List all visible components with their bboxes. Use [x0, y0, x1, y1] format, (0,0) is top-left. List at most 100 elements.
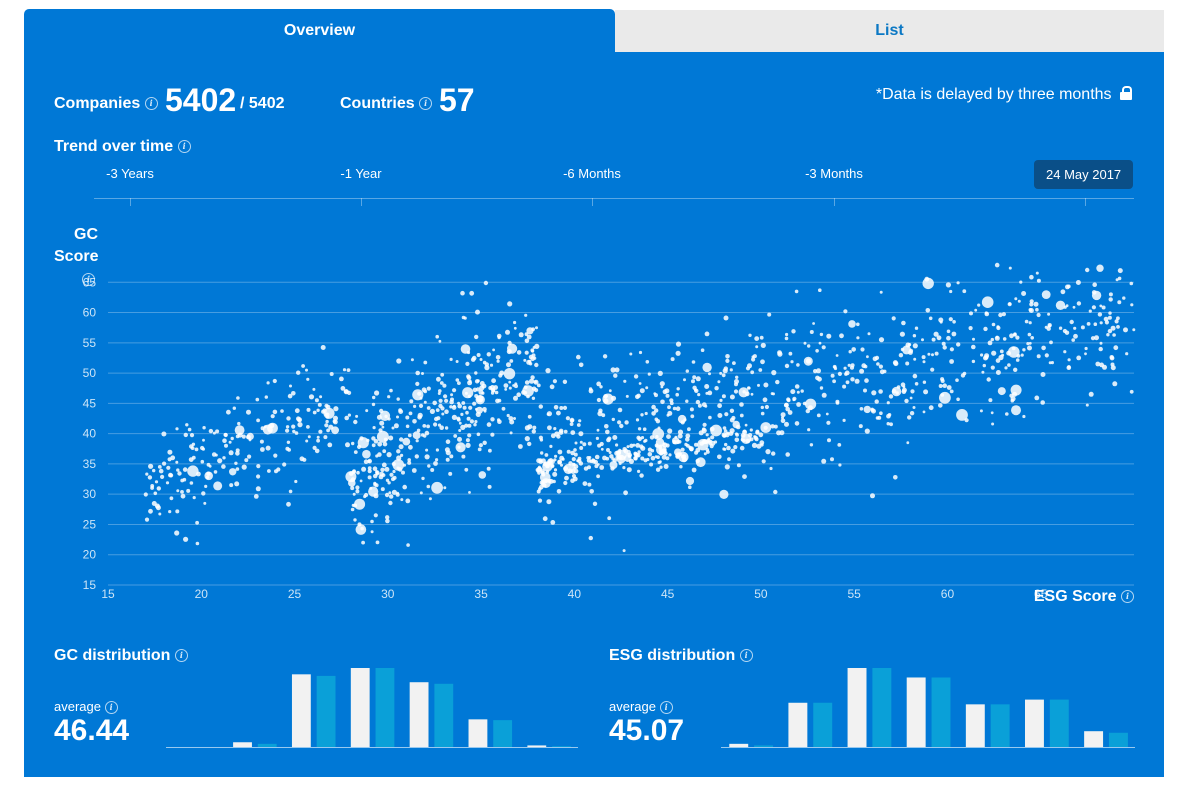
- scatter-point: [563, 429, 568, 434]
- distribution-bar-current[interactable]: [468, 719, 488, 747]
- scatter-point: [436, 376, 441, 382]
- scatter-point: [476, 379, 480, 383]
- distribution-bar-previous[interactable]: [493, 720, 513, 747]
- scatter-point: [1088, 309, 1092, 313]
- scatter-point: [203, 501, 207, 505]
- scatter-point: [734, 379, 739, 384]
- scatter-point: [657, 370, 663, 376]
- distribution-bar-previous[interactable]: [754, 745, 774, 747]
- scatter-point: [253, 494, 259, 499]
- scatter-point: [889, 422, 893, 427]
- scatter-point: [509, 359, 514, 363]
- scatter-point: [819, 332, 824, 337]
- distribution-bar-previous[interactable]: [257, 743, 277, 747]
- scatter-point: [1103, 316, 1109, 322]
- distribution-bar-previous[interactable]: [434, 683, 454, 747]
- scatter-point: [538, 459, 543, 464]
- scatter-point: [636, 435, 641, 440]
- scatter-point: [509, 431, 513, 435]
- distribution-bar-previous[interactable]: [375, 668, 395, 747]
- scatter-point: [904, 398, 909, 404]
- distribution-bar-previous[interactable]: [813, 702, 833, 747]
- scatter-point: [409, 399, 414, 404]
- scatter-point: [1109, 355, 1114, 360]
- distribution-bar-current[interactable]: [291, 674, 311, 747]
- scatter-point: [422, 424, 427, 428]
- distribution-bar-previous[interactable]: [931, 677, 951, 747]
- scatter-point: [863, 388, 867, 393]
- scatter-point: [307, 435, 311, 439]
- distribution-bar-previous[interactable]: [872, 668, 892, 747]
- scatter-point: [167, 449, 173, 455]
- distribution-bar-previous[interactable]: [552, 746, 571, 747]
- distribution-bar-current[interactable]: [1024, 699, 1044, 747]
- distribution-bar-current[interactable]: [788, 702, 808, 747]
- distribution-bar-previous[interactable]: [316, 675, 336, 747]
- scatter-point: [372, 395, 376, 400]
- scatter-point: [286, 416, 291, 421]
- distribution-bar-current[interactable]: [350, 668, 370, 747]
- scatter-point: [717, 413, 723, 418]
- distribution-bar-current[interactable]: [233, 742, 252, 747]
- scatter-point: [288, 489, 293, 494]
- scatter-point: [949, 359, 954, 364]
- scatter-point: [424, 454, 430, 460]
- scatter-point: [489, 363, 494, 367]
- scatter-point: [717, 454, 722, 460]
- scatter-point: [556, 410, 561, 416]
- distribution-bar-current[interactable]: [527, 745, 547, 747]
- scatter-point: [654, 393, 658, 398]
- x-tick-label: 40: [568, 587, 582, 601]
- scatter-point: [513, 320, 517, 325]
- scatter-point: [1047, 312, 1051, 316]
- scatter-point: [1034, 395, 1040, 401]
- distribution-bar-current[interactable]: [1084, 731, 1104, 747]
- scatter-point: [152, 468, 156, 473]
- scatter-point: [457, 445, 461, 449]
- distribution-bar-current[interactable]: [409, 682, 429, 747]
- scatter-point: [445, 457, 450, 462]
- scatter-point: [1123, 327, 1128, 333]
- scatter-point: [456, 416, 461, 421]
- scatter-point: [363, 459, 369, 465]
- scatter-point: [650, 455, 656, 461]
- scatter-point: [1096, 264, 1104, 272]
- scatter-point: [695, 399, 701, 405]
- scatter-point: [579, 446, 584, 450]
- scatter-point: [168, 472, 173, 478]
- scatter-point: [586, 458, 592, 463]
- gc-average-info-icon[interactable]: i: [104, 701, 118, 715]
- scatter-point: [702, 422, 707, 427]
- scatter-point: [437, 423, 442, 427]
- distribution-bar-previous[interactable]: [1049, 699, 1069, 747]
- distribution-bar-current[interactable]: [847, 668, 867, 747]
- tab-overview[interactable]: Overview: [24, 9, 615, 53]
- scatter-point: [558, 430, 564, 435]
- esg-distribution-info-icon[interactable]: i: [739, 649, 753, 663]
- scatter-point: [792, 398, 796, 402]
- esg-average-info-icon[interactable]: i: [659, 701, 673, 715]
- scatter-point: [684, 442, 688, 447]
- scatter-point: [750, 392, 754, 396]
- distribution-bar-current[interactable]: [906, 677, 926, 747]
- scatter-point: [531, 327, 535, 332]
- scatter-point: [563, 480, 568, 486]
- tab-list[interactable]: List: [615, 10, 1164, 52]
- gc-distribution-info-icon[interactable]: i: [174, 649, 188, 663]
- scatter-point: [599, 385, 603, 389]
- scatter-point: [809, 330, 814, 334]
- scatter-point: [613, 373, 618, 378]
- y-axis-info-icon[interactable]: i: [82, 273, 95, 286]
- distribution-bar-previous[interactable]: [1108, 732, 1128, 747]
- scatter-point: [633, 451, 638, 456]
- scatter-point: [473, 423, 477, 427]
- scatter-point: [503, 368, 516, 380]
- scatter-point: [682, 457, 687, 463]
- scatter-point: [550, 520, 556, 525]
- scatter-point: [645, 360, 650, 364]
- distribution-bar-current[interactable]: [965, 704, 985, 747]
- x-axis-info-icon[interactable]: i: [1121, 590, 1134, 604]
- scatter-point: [527, 414, 532, 419]
- distribution-bar-current[interactable]: [729, 743, 749, 747]
- distribution-bar-previous[interactable]: [990, 704, 1010, 747]
